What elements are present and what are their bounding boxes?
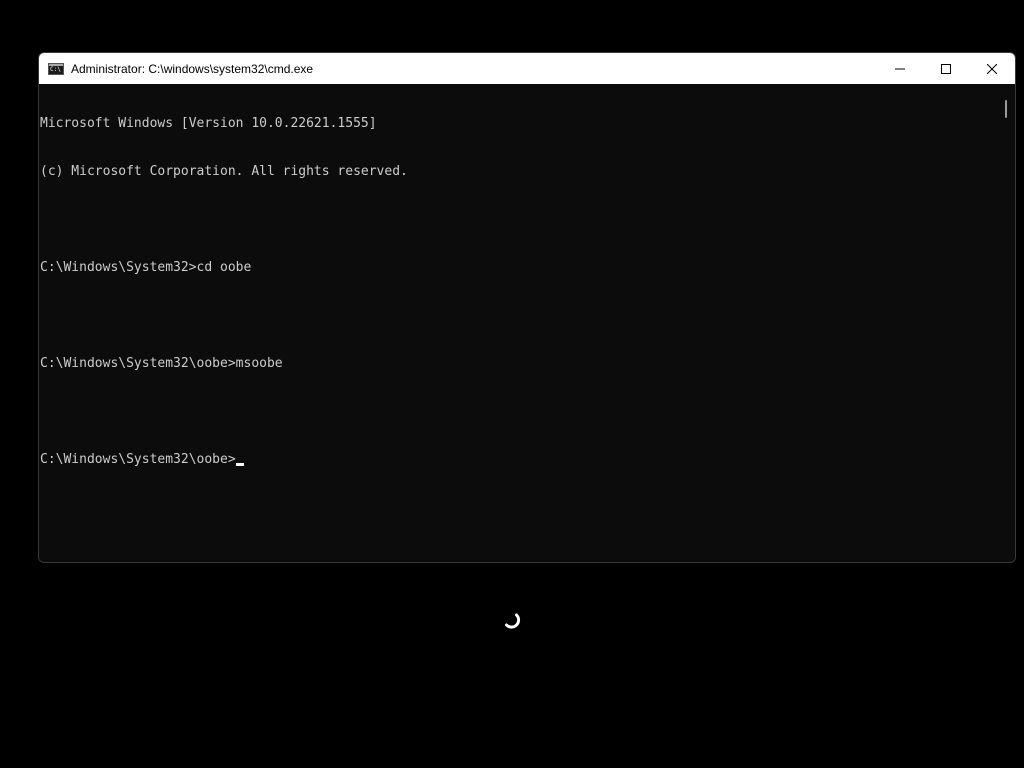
maximize-button[interactable] [923,53,969,84]
console-line: C:\Windows\System32\oobe>msoobe [40,356,283,371]
caption-buttons [877,53,1015,84]
cmd-icon-glyph: C:\ [50,65,61,73]
console-prompt: C:\Windows\System32\oobe> [40,452,236,467]
window-title: Administrator: C:\windows\system32\cmd.e… [71,61,314,76]
loading-spinner-icon [505,613,521,629]
console-line: Microsoft Windows [Version 10.0.22621.15… [40,116,377,131]
scrollbar-thumb[interactable] [1005,100,1007,118]
console-output[interactable]: Microsoft Windows [Version 10.0.22621.15… [39,84,999,562]
text-cursor [235,463,244,466]
desktop: C:\ Administrator: C:\windows\system32\c… [0,0,1024,768]
console-line: (c) Microsoft Corporation. All rights re… [40,164,408,179]
minimize-icon [895,68,905,69]
cmd-window[interactable]: C:\ Administrator: C:\windows\system32\c… [38,52,1016,563]
cmd-icon: C:\ [48,62,64,75]
close-button[interactable] [969,53,1015,84]
console-line: C:\Windows\System32>cd oobe [40,260,252,275]
console-prompt-line[interactable]: C:\Windows\System32\oobe> [40,452,408,468]
title-bar[interactable]: C:\ Administrator: C:\windows\system32\c… [39,53,1015,84]
maximize-icon [941,63,951,74]
minimize-button[interactable] [877,53,923,84]
vertical-scrollbar[interactable] [998,84,1015,562]
close-icon [987,63,997,74]
console-lines: Microsoft Windows [Version 10.0.22621.15… [40,84,408,500]
